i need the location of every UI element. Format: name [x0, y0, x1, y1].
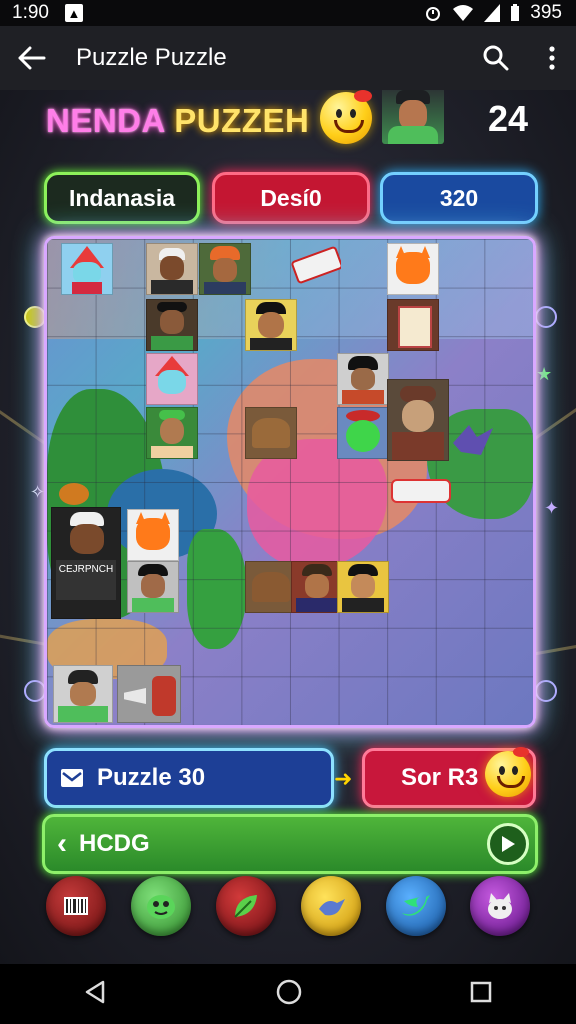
- sparkle-icon: ✧: [30, 482, 46, 502]
- more-options-icon[interactable]: [542, 42, 562, 74]
- app-title: Puzzle Puzzle: [76, 44, 227, 71]
- points-pill[interactable]: 320: [380, 172, 538, 224]
- sparkle-icon: ✦: [544, 498, 560, 518]
- tile-sign-text: CEJRPNCH: [56, 560, 116, 600]
- board-knob: [24, 680, 46, 702]
- country-pill[interactable]: Indanasia: [44, 172, 200, 224]
- puzzle-tile-person[interactable]: [337, 353, 389, 405]
- puzzle-tile-person[interactable]: [127, 561, 179, 613]
- level-pill[interactable]: Desí0: [212, 172, 370, 224]
- puzzle-tile-person[interactable]: [291, 561, 343, 613]
- puzzle-tile-person[interactable]: [387, 379, 449, 461]
- puzzle-tile-person[interactable]: [146, 407, 198, 459]
- app-bar: Puzzle Puzzle: [0, 26, 576, 90]
- sort-button[interactable]: Sor R3: [362, 747, 536, 808]
- sort-button-label: Sor R3: [401, 764, 479, 791]
- puzzle-tile-cat[interactable]: [387, 243, 439, 295]
- search-icon[interactable]: [480, 42, 512, 74]
- play-icon[interactable]: [487, 823, 529, 865]
- mascot-icon: [320, 90, 372, 144]
- player-avatar: [382, 90, 444, 144]
- puzzle-tile-person[interactable]: [199, 243, 251, 295]
- puzzle-tile-person[interactable]: [245, 299, 297, 351]
- hcdg-button[interactable]: ‹ HCDG: [42, 814, 538, 874]
- game-title-part1: NENDA: [46, 102, 175, 139]
- status-icons: 395: [424, 2, 562, 24]
- puzzle-tile-elf[interactable]: [61, 243, 113, 295]
- signal-icon: [484, 4, 501, 22]
- level-pill-label: Desí0: [260, 184, 322, 211]
- puzzle-tile-hat[interactable]: [245, 407, 297, 459]
- battery-text: 395: [530, 2, 562, 23]
- board-knob: [24, 306, 46, 328]
- puzzle-tile-hat[interactable]: [245, 561, 297, 613]
- status-time: 1:90: [12, 2, 49, 23]
- hcdg-label: HCDG: [79, 830, 150, 857]
- puzzle-tile-person[interactable]: [337, 561, 389, 613]
- cat-icon[interactable]: [470, 876, 530, 936]
- game-title-part2: PUZZEH: [174, 102, 310, 139]
- green-monster-icon[interactable]: [131, 876, 191, 936]
- nav-home-icon[interactable]: [275, 978, 303, 1011]
- status-bar: 1:90 ▲ 395: [0, 0, 576, 26]
- nav-back-icon[interactable]: [83, 979, 109, 1010]
- twitter-icon[interactable]: [386, 876, 446, 936]
- puzzle-count-label: Puzzle 30: [97, 764, 206, 791]
- bird-icon[interactable]: [301, 876, 361, 936]
- puzzle-tile-person[interactable]: [146, 243, 198, 295]
- back-arrow-icon[interactable]: [16, 42, 48, 74]
- battery-icon: [511, 4, 520, 21]
- puzzle-tile-person-sign[interactable]: CEJRPNCH: [51, 507, 121, 619]
- puzzle-tile-book[interactable]: [387, 299, 439, 351]
- board-knob: [535, 306, 557, 328]
- mascot-icon: [485, 747, 531, 797]
- country-pill-label: Indanasia: [68, 184, 176, 211]
- game-title: NENDA PUZZEH: [46, 102, 309, 140]
- puzzle-tile-green-face[interactable]: [337, 407, 389, 459]
- puzzle-tile-person[interactable]: [53, 665, 113, 723]
- puzzle-tile-van[interactable]: [291, 243, 341, 285]
- puzzle-tile-dragon[interactable]: [447, 419, 503, 467]
- puzzle-board[interactable]: CEJRPNCH: [44, 236, 536, 728]
- points-pill-label: 320: [439, 184, 479, 211]
- system-nav-bar: [0, 964, 576, 1024]
- puzzle-tile-car[interactable]: [387, 465, 451, 515]
- puzzle-tile-megaphone[interactable]: [117, 665, 181, 723]
- barcode-icon[interactable]: [46, 876, 106, 936]
- leaf-icon[interactable]: [216, 876, 276, 936]
- arrow-right-icon: ➜: [334, 766, 353, 791]
- score-value: 24: [488, 98, 529, 139]
- mail-icon: [61, 769, 83, 787]
- puzzle-tile-person[interactable]: [146, 299, 198, 351]
- wifi-icon: [453, 5, 474, 21]
- chevron-left-icon: ‹: [57, 827, 67, 860]
- alarm-icon: [426, 7, 441, 21]
- puzzle-tile-elf[interactable]: [146, 353, 198, 405]
- game-area: NENDA PUZZEH 24 Indanasia Desí0 320 ✦ ★ …: [0, 90, 576, 964]
- puzzle-tile-cat[interactable]: [127, 509, 179, 561]
- puzzle-count-button[interactable]: Puzzle 30: [44, 748, 334, 808]
- sparkle-icon: ★: [536, 364, 553, 384]
- nav-recents-icon[interactable]: [469, 980, 493, 1009]
- board-knob: [535, 680, 557, 702]
- notification-icon: ▲: [64, 4, 83, 22]
